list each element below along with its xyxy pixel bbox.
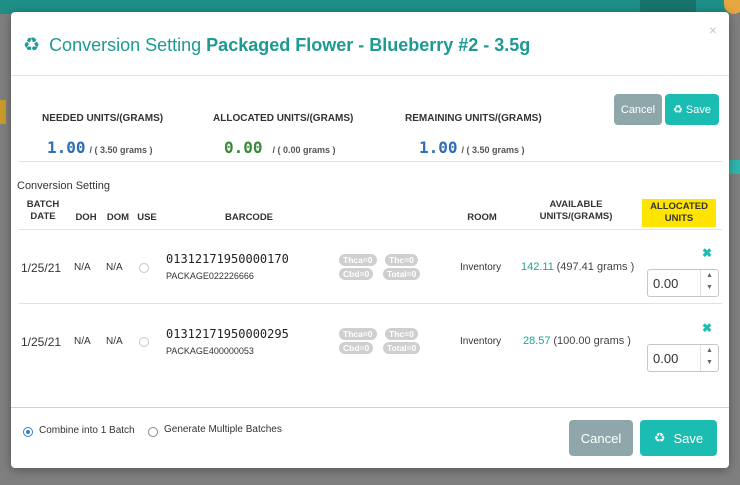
top-save-label: Save — [685, 103, 711, 116]
thca-badge: Thca=0 — [339, 328, 377, 340]
cbd-badge: Cbd=0 — [339, 342, 374, 354]
thc-badge: Thc=0 — [385, 254, 418, 266]
total-badge: Total=0 — [383, 268, 421, 280]
spinner-up-icon[interactable]: ▲ — [701, 270, 718, 282]
allocated-units-input[interactable]: 0.00 ▲ ▼ — [647, 269, 719, 297]
col-room: ROOM — [467, 212, 497, 223]
cancel-button[interactable]: Cancel — [569, 420, 633, 456]
available-units: 28.57 — [523, 335, 551, 347]
row-room: Inventory — [460, 336, 502, 347]
col-batch-date: BATCH DATE — [26, 199, 60, 222]
stepper[interactable]: ▲ ▼ — [700, 270, 718, 296]
divider — [19, 161, 722, 162]
needed-grams: / ( 3.50 grams ) — [89, 145, 153, 155]
allocated-units-value: 0.00 / ( 0.00 grams ) — [224, 138, 336, 157]
row-doh: N/A — [74, 336, 91, 347]
col-use: USE — [137, 212, 157, 223]
row-barcode: 01312171950000170 — [166, 252, 289, 266]
row-batch-date: 1/25/21 — [21, 261, 62, 275]
background-tab — [728, 160, 740, 174]
allocated-units-number: 0.00 — [224, 138, 263, 157]
remaining-units-value: 1.00/ ( 3.50 grams ) — [419, 138, 525, 157]
row-package: PACKAGE400000053 — [166, 346, 254, 356]
save-button[interactable]: ♻ Save — [640, 420, 717, 456]
use-radio[interactable] — [139, 337, 149, 347]
available-grams: (497.41 grams ) — [556, 261, 635, 273]
needed-units-label: NEEDED UNITS/(GRAMS) — [42, 113, 164, 124]
row-dom: N/A — [106, 262, 123, 273]
spinner-up-icon[interactable]: ▲ — [701, 345, 718, 357]
section-title: Conversion Setting — [17, 180, 110, 192]
col-allocated: ALLOCATED UNITS — [642, 199, 716, 227]
spinner-down-icon[interactable]: ▼ — [701, 282, 718, 294]
stepper[interactable]: ▲ ▼ — [700, 345, 718, 371]
divider — [19, 229, 722, 230]
multiple-batches-label[interactable]: Generate Multiple Batches — [164, 424, 282, 435]
modal-header: ♻ Conversion Setting Packaged Flower - B… — [11, 12, 729, 76]
modal-title-prefix: Conversion Setting — [49, 35, 202, 55]
row-package: PACKAGE022226666 — [166, 271, 254, 281]
footer-divider — [11, 407, 729, 408]
allocated-units-value: 0.00 — [653, 276, 679, 291]
row-barcode: 01312171950000295 — [166, 327, 289, 341]
needed-units-value: 1.00/ ( 3.50 grams ) — [47, 138, 153, 157]
recycle-icon: ♻ — [23, 35, 41, 56]
remove-row-icon[interactable]: ✖ — [702, 321, 712, 335]
remaining-units-number: 1.00 — [419, 138, 458, 157]
available-grams: (100.00 grams ) — [553, 335, 631, 347]
allocated-units-label: ALLOCATED UNITS/(GRAMS) — [213, 113, 354, 124]
combine-batch-label[interactable]: Combine into 1 Batch — [39, 425, 135, 436]
use-radio[interactable] — [139, 263, 149, 273]
row-batch-date: 1/25/21 — [21, 335, 62, 349]
row-available: 142.11 (497.41 grams ) — [521, 261, 634, 273]
allocated-grams: / ( 0.00 grams ) — [272, 145, 336, 155]
remaining-units-label: REMAINING UNITS/(GRAMS) — [405, 113, 542, 124]
remove-row-icon[interactable]: ✖ — [702, 246, 712, 260]
save-icon: ♻ — [673, 104, 683, 116]
cbd-badge: Cbd=0 — [339, 268, 374, 280]
col-barcode: BARCODE — [224, 212, 274, 223]
allocated-units-value: 0.00 — [653, 351, 679, 366]
col-available: AVAILABLE UNITS/(GRAMS) — [539, 199, 613, 222]
combine-batch-radio[interactable] — [23, 427, 33, 437]
thca-badge: Thca=0 — [339, 254, 377, 266]
needed-units-number: 1.00 — [47, 138, 86, 157]
row-doh: N/A — [74, 262, 91, 273]
col-doh: DOH — [75, 212, 97, 223]
divider — [19, 303, 722, 304]
allocated-units-input[interactable]: 0.00 ▲ ▼ — [647, 344, 719, 372]
remaining-grams: / ( 3.50 grams ) — [461, 145, 525, 155]
conversion-setting-modal: ♻ Conversion Setting Packaged Flower - B… — [11, 12, 729, 468]
top-cancel-button[interactable]: Cancel — [614, 94, 662, 125]
col-dom: DOM — [106, 212, 130, 223]
thc-badge: Thc=0 — [385, 328, 418, 340]
background-tab — [0, 100, 6, 124]
row-dom: N/A — [106, 336, 123, 347]
row-available: 28.57 (100.00 grams ) — [523, 335, 631, 347]
modal-title-product: Packaged Flower - Blueberry #2 - 3.5g — [206, 35, 531, 55]
multiple-batches-radio[interactable] — [148, 427, 158, 437]
total-badge: Total=0 — [383, 342, 421, 354]
spinner-down-icon[interactable]: ▼ — [701, 357, 718, 369]
available-units: 142.11 — [521, 261, 554, 273]
modal-title: ♻ Conversion Setting Packaged Flower - B… — [23, 34, 530, 57]
save-icon: ♻ — [653, 430, 666, 445]
row-room: Inventory — [460, 262, 502, 273]
top-save-button[interactable]: ♻ Save — [665, 94, 719, 125]
close-icon[interactable]: × — [709, 22, 717, 38]
save-label: Save — [673, 430, 704, 446]
